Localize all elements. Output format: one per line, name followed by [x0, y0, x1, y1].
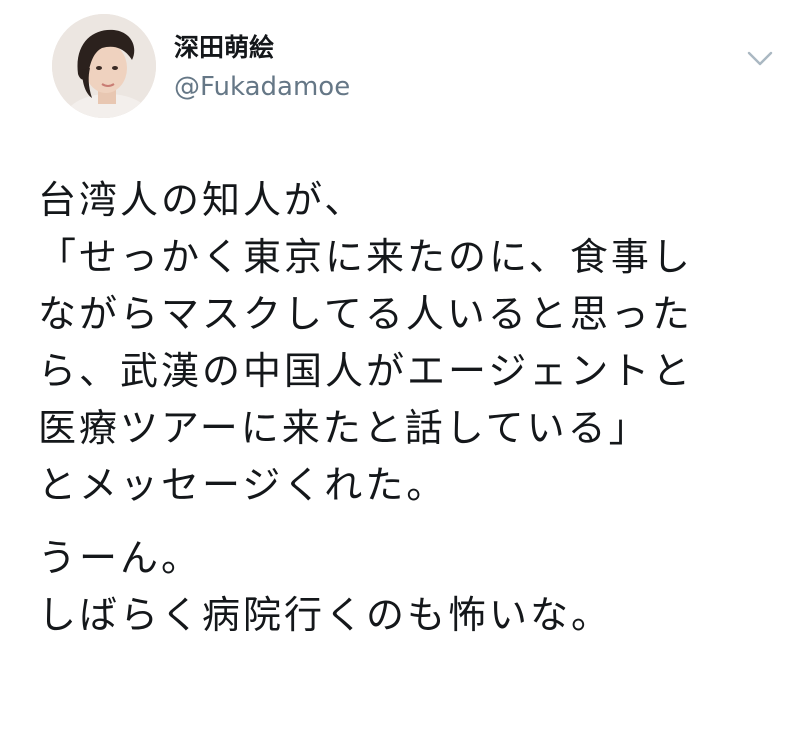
tweet-line: 医療ツアーに来たと話している」: [38, 406, 650, 450]
profile-photo-icon: [52, 14, 156, 118]
tweet-header: 深田萌絵 @Fukadamoe: [52, 14, 773, 124]
chevron-down-icon[interactable]: [742, 40, 778, 76]
tweet-line: 台湾人の知人が、: [38, 178, 366, 222]
tweet-text: 台湾人の知人が、 「せっかく東京に来たのに、食事し ながらマスクしてる人いると思…: [38, 172, 768, 644]
tweet-card: 深田萌絵 @Fukadamoe 台湾人の知人が、 「せっかく東京に来たのに、食事…: [0, 0, 800, 751]
tweet-line: とメッセージくれた。: [38, 463, 448, 507]
tweet-line: しばらく病院行くのも怖いな。: [38, 593, 613, 637]
display-name[interactable]: 深田萌絵: [174, 32, 350, 64]
avatar[interactable]: [52, 14, 156, 118]
user-info[interactable]: 深田萌絵 @Fukadamoe: [174, 32, 350, 104]
tweet-line: 「せっかく東京に来たのに、食事し: [38, 235, 693, 279]
tweet-line: ら、武漢の中国人がエージェントと: [38, 349, 694, 393]
tweet-paragraph-1: 台湾人の知人が、 「せっかく東京に来たのに、食事し ながらマスクしてる人いると思…: [38, 172, 768, 514]
tweet-line: うーん。: [38, 536, 203, 580]
tweet-paragraph-2: うーん。 しばらく病院行くのも怖いな。: [38, 530, 768, 644]
user-handle[interactable]: @Fukadamoe: [174, 70, 350, 104]
tweet-line: ながらマスクしてる人いると思った: [38, 292, 693, 336]
